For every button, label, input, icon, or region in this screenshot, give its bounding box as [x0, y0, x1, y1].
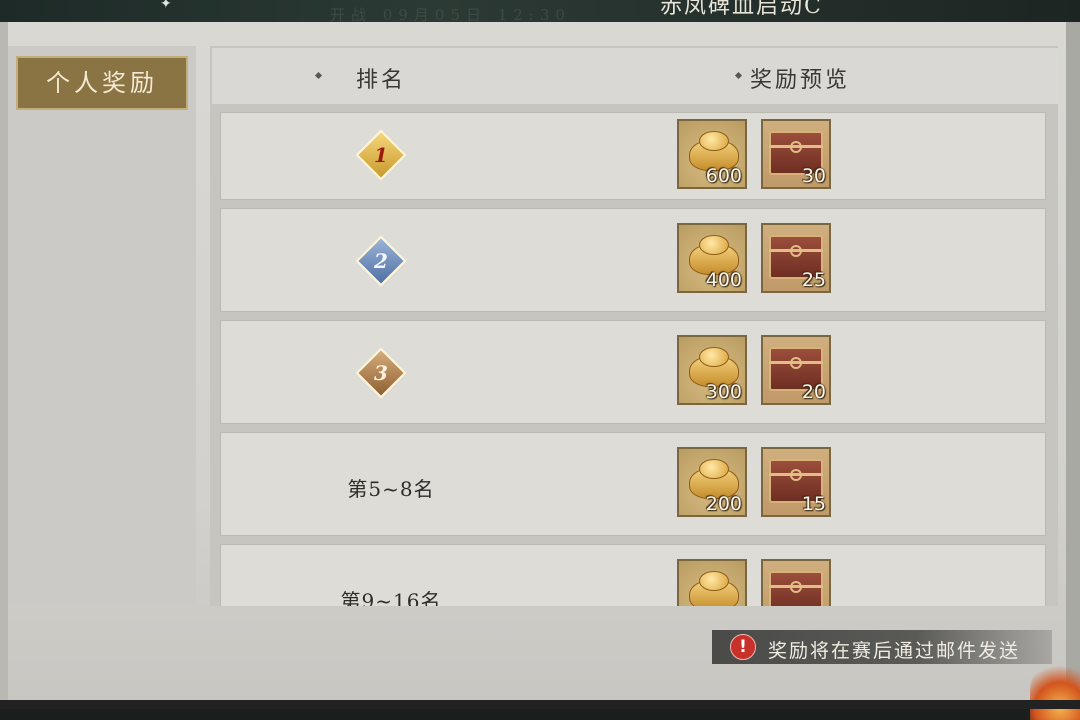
- table-row: 第9~16名: [220, 544, 1046, 606]
- reward-count: 600: [705, 165, 742, 187]
- tab-personal-rewards[interactable]: 个人奖励: [16, 56, 188, 110]
- table-row: 1 600 30: [220, 112, 1046, 200]
- treasure-chest-icon[interactable]: 25: [761, 223, 831, 293]
- treasure-chest-icon[interactable]: 20: [761, 335, 831, 405]
- notice-text: 奖励将在赛后通过邮件发送: [768, 640, 1021, 662]
- top-banner: ✦ 开战 09月05日 12:30 赤凤碑血启动C: [0, 0, 1080, 22]
- table-row: 第5~8名 200 15: [220, 432, 1046, 536]
- reward-count: 20: [801, 381, 826, 403]
- table-row: 2 400 25: [220, 208, 1046, 312]
- treasure-chest-icon[interactable]: 15: [761, 447, 831, 517]
- treasure-chest-icon[interactable]: 30: [761, 119, 831, 189]
- reward-list[interactable]: 1 600 30 2 400 25 3 300 20 第5~8名 200 15 …: [212, 104, 1058, 606]
- reward-count: 200: [705, 493, 742, 515]
- rank-1-badge-icon: 1: [355, 129, 407, 181]
- gold-ingot-icon[interactable]: 200: [677, 447, 747, 517]
- table-row: 3 300 20: [220, 320, 1046, 424]
- event-time-text: 开战 09月05日 12:30: [330, 6, 571, 22]
- bottom-edge: [0, 700, 1080, 709]
- gold-ingot-icon[interactable]: [677, 559, 747, 606]
- reward-count: 15: [801, 493, 826, 515]
- treasure-chest-icon[interactable]: [761, 559, 831, 606]
- event-title: 赤凤碑血启动C: [660, 0, 823, 19]
- gold-ingot-icon[interactable]: 400: [677, 223, 747, 293]
- rank-range-text: 第9~16名: [340, 589, 442, 606]
- bird-icon: ✦: [160, 0, 172, 12]
- rank-3-badge-icon: 3: [355, 347, 407, 399]
- sidebar: [8, 46, 196, 606]
- rank-range-text: 第5~8名: [347, 477, 435, 501]
- reward-count: 30: [801, 165, 826, 187]
- panel-edge-right: [1066, 22, 1080, 709]
- gold-ingot-icon[interactable]: 300: [677, 335, 747, 405]
- rank-2-badge-icon: 2: [355, 235, 407, 287]
- warning-icon: !: [730, 634, 756, 660]
- reward-count: 300: [705, 381, 742, 403]
- header-rank: 排名: [356, 68, 407, 93]
- reward-count: 25: [801, 269, 826, 291]
- reward-count: 400: [705, 269, 742, 291]
- gold-ingot-icon[interactable]: 600: [677, 119, 747, 189]
- table-header: [212, 48, 1058, 104]
- header-rewards: 奖励预览: [750, 68, 851, 93]
- panel-edge-left: [0, 22, 8, 709]
- flame-decoration: [1030, 660, 1080, 720]
